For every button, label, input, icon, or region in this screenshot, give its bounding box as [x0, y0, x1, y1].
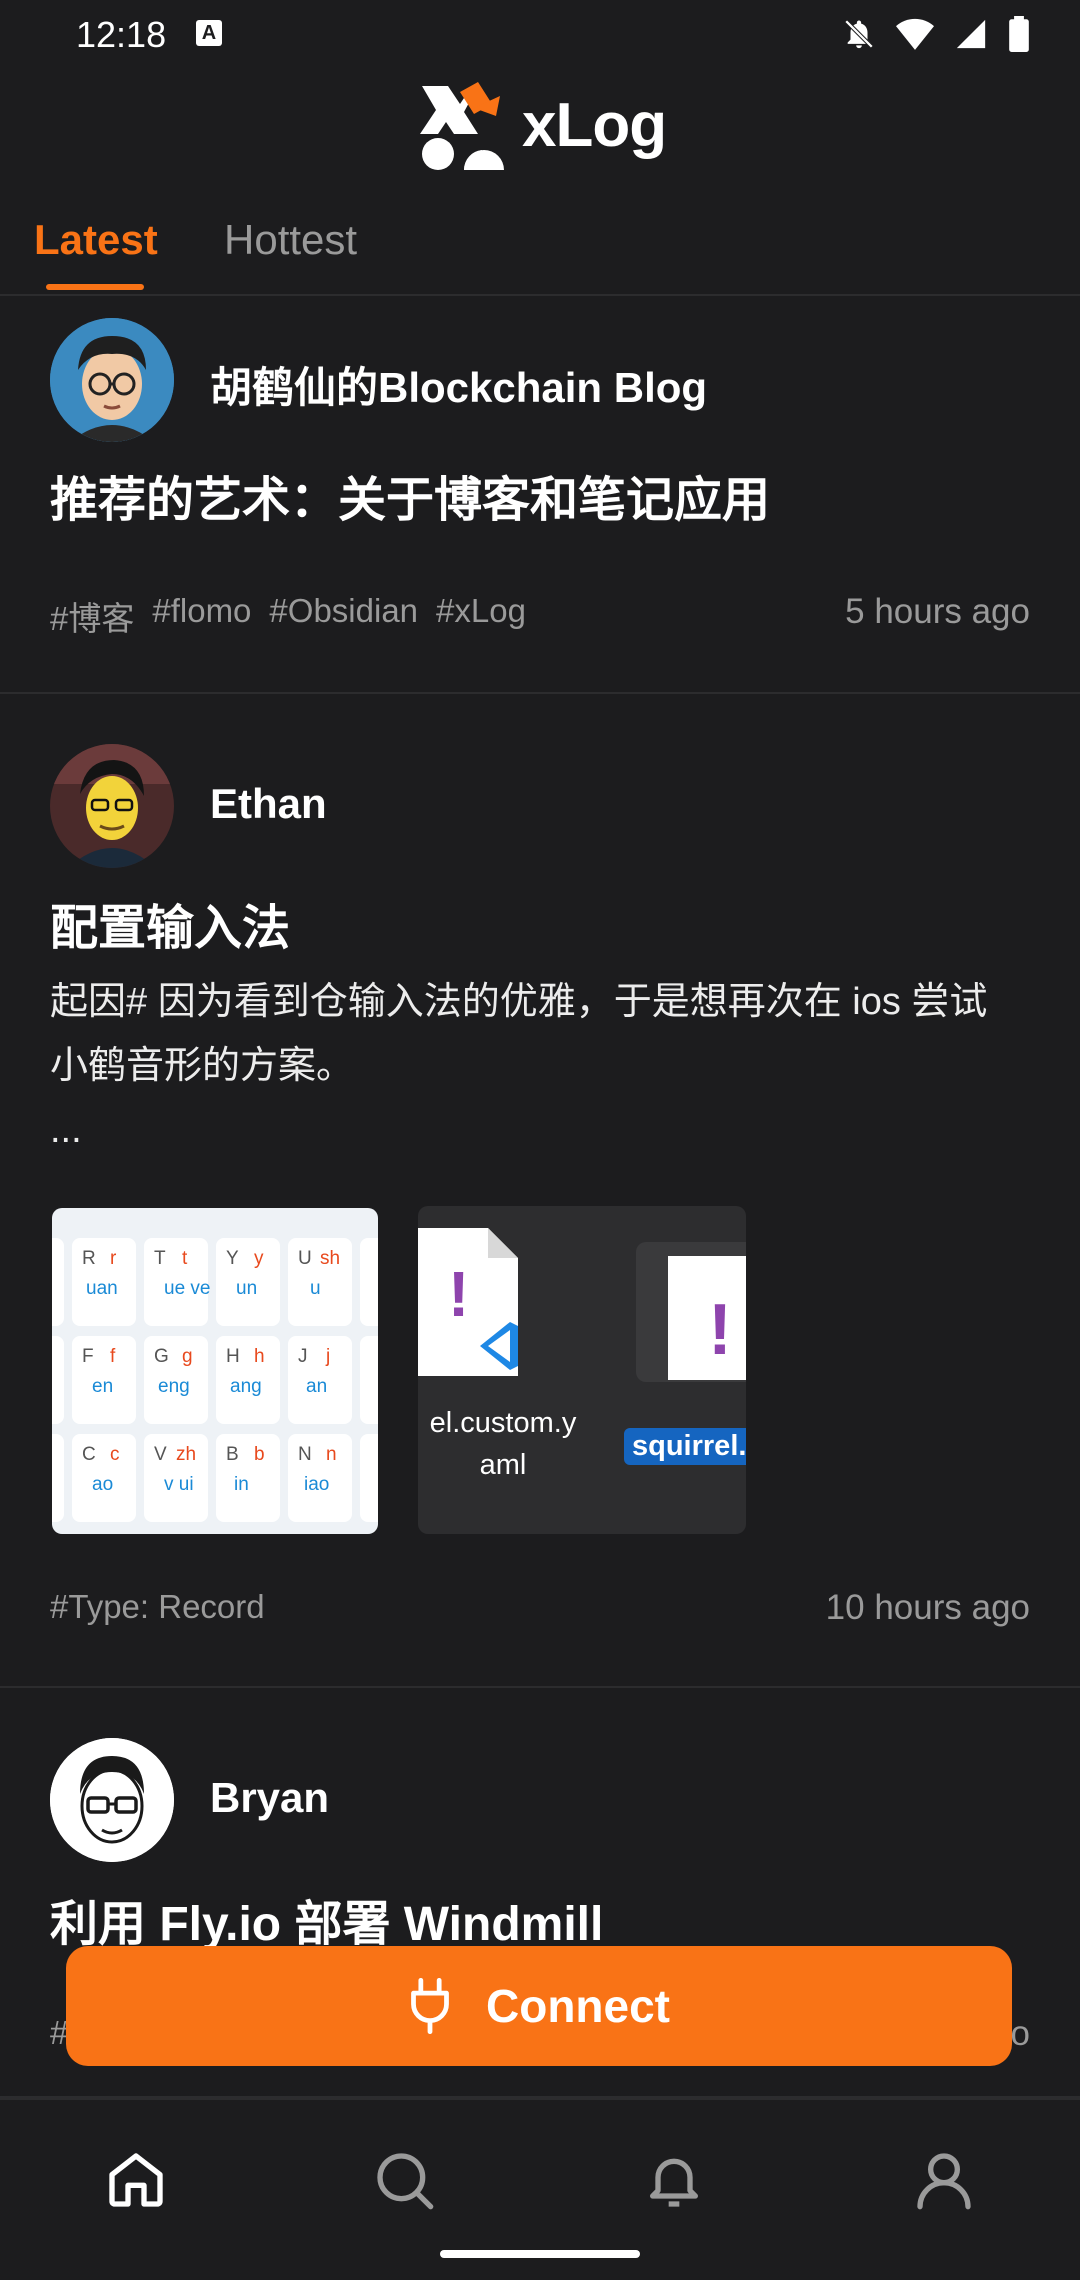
feed-tabs: Latest Hottest: [0, 200, 1080, 296]
excerpt-line: 小鹤音形的方案。: [50, 1045, 355, 1087]
svg-text:uan: uan: [86, 1278, 118, 1299]
excerpt-line: ...: [50, 1109, 82, 1151]
avatar[interactable]: [50, 744, 174, 868]
post-card[interactable]: 胡鹤仙的Blockchain Blog 推荐的艺术：关于博客和笔记应用 #博客 …: [0, 296, 1080, 694]
avatar-illustration-icon: [50, 1738, 174, 1862]
svg-text:h: h: [254, 1346, 265, 1367]
home-icon: [109, 2153, 163, 2207]
svg-text:Y: Y: [226, 1248, 239, 1269]
connect-button[interactable]: Connect: [66, 1946, 1012, 2066]
plug-icon: [411, 1978, 449, 2034]
svg-text:u: u: [310, 1278, 321, 1299]
post-card[interactable]: Ethan 配置输入法 起因# 因为看到仓输入法的优雅，于是想再次在 ios 尝…: [0, 694, 1080, 1688]
file-name-selected-badge: squirrel.: [624, 1428, 746, 1465]
svg-text:ao: ao: [92, 1474, 113, 1495]
svg-text:y: y: [254, 1248, 264, 1269]
svg-text:f: f: [110, 1346, 116, 1367]
file-name-label: el.custom.y aml: [429, 1407, 577, 1481]
status-bar: 12:18 A: [0, 0, 1080, 68]
status-time: 12:18: [76, 14, 167, 55]
svg-text:an: an: [306, 1376, 327, 1397]
tab-latest[interactable]: Latest: [34, 216, 158, 264]
svg-text:iao: iao: [304, 1474, 329, 1495]
tag[interactable]: #flomo: [152, 592, 251, 640]
svg-text:eng: eng: [158, 1376, 190, 1397]
battery-icon: [1009, 16, 1029, 52]
svg-text:T: T: [154, 1248, 166, 1269]
svg-text:B: B: [226, 1444, 239, 1465]
post-author[interactable]: Ethan: [210, 780, 327, 828]
post-image-files[interactable]: ! ! el.custom.y aml squirrel.: [418, 1206, 746, 1534]
app-title: xLog: [522, 91, 667, 160]
tag[interactable]: #xLog: [436, 592, 526, 640]
home-indicator[interactable]: [440, 2250, 640, 2258]
svg-text:sh: sh: [320, 1248, 340, 1269]
post-title[interactable]: 配置输入法: [50, 888, 290, 958]
connect-label: Connect: [486, 1980, 670, 2032]
svg-text:!: !: [708, 1290, 732, 1370]
nav-notifications[interactable]: [634, 2140, 714, 2220]
svg-text:b: b: [254, 1444, 265, 1465]
wifi-icon: [896, 18, 934, 50]
post-image-keyboard[interactable]: Rr uan Tt ue ve Yy un Ush u Ff en Gg eng Hh ang…: [52, 1208, 378, 1534]
signal-icon: [956, 19, 986, 49]
post-time: 5 hours ago: [845, 592, 1030, 631]
svg-text:ue ve: ue ve: [164, 1278, 210, 1299]
nav-profile[interactable]: [904, 2140, 984, 2220]
xlog-logo-icon: [420, 82, 504, 170]
svg-text:en: en: [92, 1376, 113, 1397]
excerpt-line: 起因# 因为看到仓输入法的优雅，于是想再次在 ios 尝试: [50, 981, 988, 1023]
search-icon: [377, 2153, 434, 2210]
svg-text:R: R: [82, 1248, 96, 1269]
svg-text:!: !: [448, 1258, 469, 1330]
svg-text:J: J: [298, 1346, 308, 1367]
svg-text:zh: zh: [176, 1444, 196, 1465]
svg-text:r: r: [110, 1248, 117, 1269]
svg-text:j: j: [325, 1346, 330, 1367]
post-author[interactable]: Bryan: [210, 1774, 329, 1822]
post-tags: #Type: Record: [50, 1588, 265, 1626]
svg-text:C: C: [82, 1444, 96, 1465]
post-excerpt: 起因# 因为看到仓输入法的优雅，于是想再次在 ios 尝试 小鹤音形的方案。 .…: [50, 970, 1030, 1162]
svg-text:V: V: [154, 1444, 167, 1465]
svg-text:un: un: [236, 1278, 257, 1299]
tab-hottest[interactable]: Hottest: [224, 216, 357, 264]
svg-text:ang: ang: [230, 1376, 262, 1397]
svg-text:N: N: [298, 1444, 312, 1465]
svg-text:t: t: [182, 1248, 188, 1269]
svg-text:G: G: [154, 1346, 169, 1367]
bell-off-icon: [844, 19, 874, 49]
tag[interactable]: #Type: Record: [50, 1588, 265, 1626]
user-icon: [917, 2153, 971, 2210]
avatar-illustration-icon: [50, 744, 174, 868]
app-header: xLog: [0, 68, 1080, 188]
active-tab-indicator: [46, 284, 144, 290]
bell-icon: [650, 2158, 698, 2207]
keyboard-layout-image: Rr uan Tt ue ve Yy un Ush u Ff en Gg eng Hh ang…: [52, 1238, 378, 1522]
avatar[interactable]: [50, 318, 174, 442]
svg-text:F: F: [82, 1346, 94, 1367]
svg-text:n: n: [326, 1444, 337, 1465]
status-icons: [842, 16, 1030, 52]
nav-home[interactable]: [96, 2140, 176, 2220]
status-a-icon: A: [196, 20, 222, 46]
svg-text:in: in: [234, 1474, 249, 1495]
post-title[interactable]: 利用 Fly.io 部署 Windmill: [50, 1884, 603, 1954]
nav-search[interactable]: [364, 2140, 444, 2220]
post-tags: #博客 #flomo #Obsidian #xLog: [50, 592, 526, 640]
svg-text:H: H: [226, 1346, 240, 1367]
post-title[interactable]: 推荐的艺术：关于博客和笔记应用: [50, 460, 770, 530]
svg-text:v ui: v ui: [164, 1474, 194, 1495]
post-author[interactable]: 胡鹤仙的Blockchain Blog: [210, 354, 707, 415]
post-time: 10 hours ago: [825, 1588, 1030, 1627]
svg-text:U: U: [298, 1248, 312, 1269]
tag[interactable]: #Obsidian: [269, 592, 418, 640]
avatar-illustration-icon: [50, 318, 174, 442]
svg-text:g: g: [182, 1346, 193, 1367]
tag[interactable]: #博客: [50, 592, 134, 640]
post-time: o: [1010, 2014, 1030, 2053]
svg-text:c: c: [110, 1444, 120, 1465]
avatar[interactable]: [50, 1738, 174, 1862]
